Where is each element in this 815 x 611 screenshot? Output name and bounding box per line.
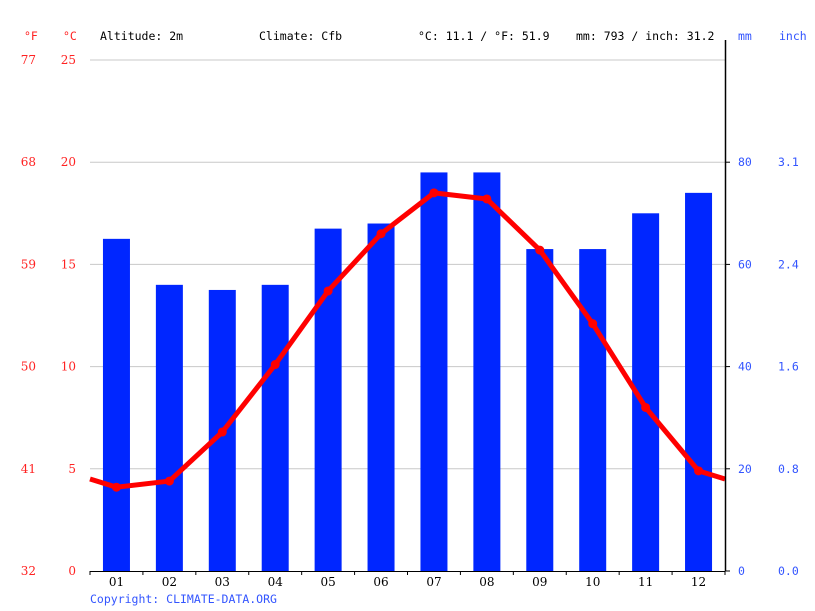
x-tick-label: 10 xyxy=(585,575,600,589)
celsius-tick-label: 15 xyxy=(61,257,76,271)
x-tick-label: 06 xyxy=(373,575,388,589)
celsius-tick-label: 20 xyxy=(61,155,76,169)
precipitation-bar xyxy=(367,223,395,571)
temperature-point xyxy=(323,286,333,296)
inch-tick-label: 0.0 xyxy=(778,564,799,578)
climate-chart: 01 02 03 04 05 06 07 08 09 10 11 12 0 32 5 41 10 50 15 59 20… xyxy=(21,29,807,606)
unit-fahrenheit: °F xyxy=(24,29,38,43)
fahrenheit-tick-label: 50 xyxy=(21,360,36,374)
precipitation-bar xyxy=(261,284,289,571)
precipitation-bar xyxy=(102,238,130,571)
mm-tick-label: 0 xyxy=(738,564,745,578)
precipitation-bar xyxy=(685,192,713,572)
temperature-point xyxy=(270,360,280,370)
temperature-point xyxy=(641,402,651,412)
precipitation-bar xyxy=(526,249,554,571)
x-tick-label: 01 xyxy=(109,575,124,589)
x-tick-label: 03 xyxy=(215,575,230,589)
altitude-label: Altitude: 2m xyxy=(100,29,183,43)
precipitation-bar xyxy=(579,249,607,571)
inch-tick-label: 2.4 xyxy=(778,257,799,271)
temperature-point xyxy=(164,476,174,486)
temperature-line xyxy=(89,188,726,492)
grid-lines xyxy=(90,59,725,470)
unit-inch: inch xyxy=(779,29,807,43)
mm-tick-label: 40 xyxy=(738,360,752,374)
temperature-summary: °C: 11.1 / °F: 51.9 xyxy=(418,29,550,43)
climate-label: Climate: Cfb xyxy=(259,29,342,43)
mm-tick-label: 60 xyxy=(738,257,752,271)
mm-tick-label: 80 xyxy=(738,155,752,169)
temperature-point xyxy=(429,188,439,198)
celsius-tick-label: 10 xyxy=(61,360,76,374)
fahrenheit-tick-label: 68 xyxy=(21,155,36,169)
x-tick-label: 08 xyxy=(479,575,494,589)
temperature-point xyxy=(217,427,227,437)
temperature-point xyxy=(535,245,545,255)
unit-celsius: °C xyxy=(63,29,77,43)
fahrenheit-tick-label: 41 xyxy=(21,462,36,476)
temperature-point xyxy=(694,466,704,476)
fahrenheit-tick-label: 59 xyxy=(21,257,36,271)
fahrenheit-tick-label: 32 xyxy=(21,564,36,578)
x-tick-label: 05 xyxy=(320,575,335,589)
x-tick-label: 12 xyxy=(691,575,706,589)
x-tick-label: 04 xyxy=(268,575,284,589)
axis-labels: 01 02 03 04 05 06 07 08 09 10 11 12 0 32 5 41 10 50 15 59 20… xyxy=(21,53,799,589)
celsius-tick-label: 25 xyxy=(61,53,76,67)
inch-tick-label: 3.1 xyxy=(778,155,799,169)
x-tick-label: 07 xyxy=(426,575,441,589)
x-tick-label: 11 xyxy=(638,575,653,589)
celsius-tick-label: 5 xyxy=(68,462,76,476)
mm-tick-label: 20 xyxy=(738,462,752,476)
precipitation-bar xyxy=(473,172,501,572)
temperature-point xyxy=(111,482,121,492)
temperature-point xyxy=(482,194,492,204)
x-tick-label: 09 xyxy=(532,575,547,589)
fahrenheit-tick-label: 77 xyxy=(21,53,36,67)
precipitation-summary: mm: 793 / inch: 31.2 xyxy=(576,29,714,43)
unit-mm: mm xyxy=(738,29,752,43)
x-tick-label: 02 xyxy=(162,575,177,589)
inch-tick-label: 0.8 xyxy=(778,462,799,476)
temperature-point xyxy=(588,319,598,329)
celsius-tick-label: 0 xyxy=(68,564,76,578)
temperature-series-line xyxy=(89,190,726,490)
precipitation-bar xyxy=(420,172,448,572)
temperature-point xyxy=(376,229,386,239)
copyright-link[interactable]: Copyright: CLIMATE-DATA.ORG xyxy=(90,592,277,606)
inch-tick-label: 1.6 xyxy=(778,360,799,374)
precipitation-bar xyxy=(155,284,183,571)
